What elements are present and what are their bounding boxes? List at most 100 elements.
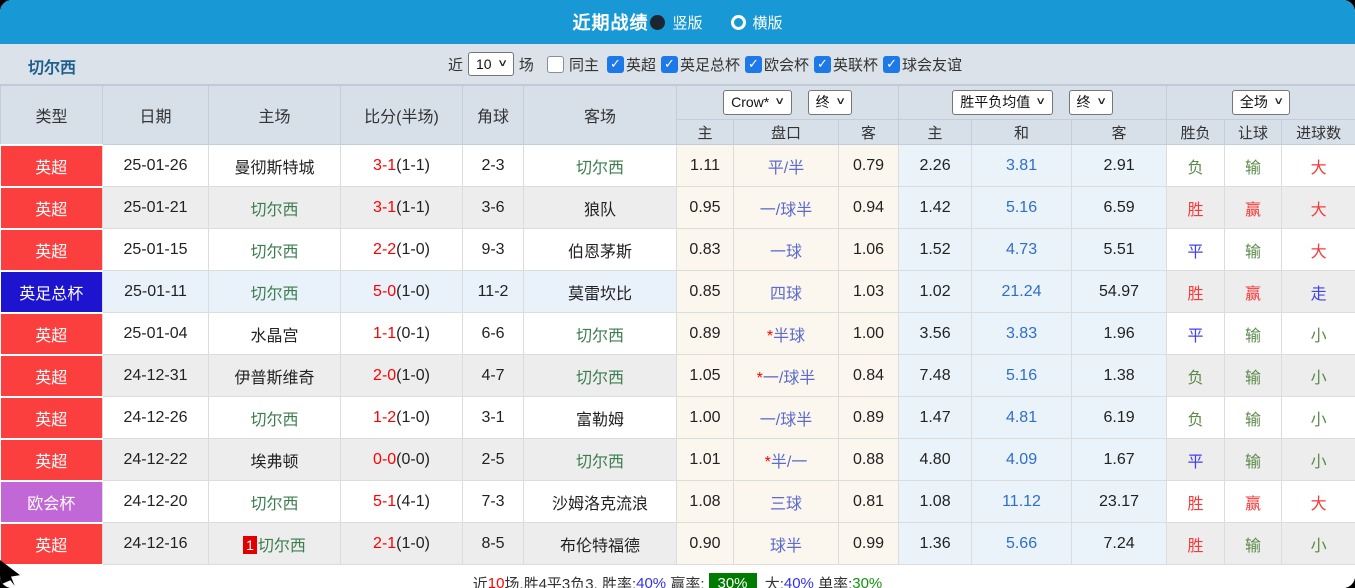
cell-odds-home: 1.01 xyxy=(677,439,734,481)
full-time-score: 2-2 xyxy=(373,241,396,258)
horizontal-layout-radio[interactable] xyxy=(731,15,746,30)
cell-goals-result: 小 xyxy=(1282,355,1355,397)
cell-away-team: 切尔西 xyxy=(524,355,677,397)
cell-avg-home: 1.42 xyxy=(899,187,972,229)
cell-away-team: 莫雷坎比 xyxy=(524,271,677,313)
half-time-score: (4-1) xyxy=(396,493,430,510)
cell-avg-home: 7.48 xyxy=(899,355,972,397)
footer-label-6: 大: xyxy=(761,573,784,588)
cell-goals-result: 大 xyxy=(1282,229,1355,271)
full-time-score: 2-1 xyxy=(373,535,396,552)
half-time-score: (1-0) xyxy=(396,283,430,300)
cell-handicap: 平/半 xyxy=(734,145,839,187)
filter-bar: 切尔西 近 10 场 同主 英超英足总杯欧会杯英联杯球会友谊 xyxy=(0,44,1355,85)
match-count-select[interactable]: 10 xyxy=(468,52,514,77)
cell-date: 24-12-20 xyxy=(103,481,209,523)
cell-score: 3-1(1-1) xyxy=(341,187,463,229)
cell-result: 负 xyxy=(1167,355,1225,397)
cell-avg-draw: 5.66 xyxy=(972,523,1072,565)
match-count-value: 10 xyxy=(476,56,492,73)
horizontal-layout-label[interactable]: 横版 xyxy=(753,12,783,33)
footer-part-2: 场,胜4平3负3, 胜率: xyxy=(504,573,636,588)
cell-handicap-result: 输 xyxy=(1225,313,1282,355)
vertical-layout-radio[interactable] xyxy=(650,15,665,30)
col-header-score: 比分(半场) xyxy=(341,86,463,145)
cell-handicap-result: 赢 xyxy=(1225,271,1282,313)
footer-value-6: 40% xyxy=(784,575,814,588)
league-checkbox-4[interactable] xyxy=(883,56,900,73)
cell-corners: 6-6 xyxy=(463,313,524,355)
odds-time-select[interactable]: 终 xyxy=(808,90,852,115)
cell-away-team: 狼队 xyxy=(524,187,677,229)
handicap-text: 四球 xyxy=(770,286,802,303)
avg-type-value: 胜平负均值 xyxy=(960,94,1030,111)
cell-handicap: 三球 xyxy=(734,481,839,523)
cell-odds-home: 0.90 xyxy=(677,523,734,565)
cell-avg-home: 4.80 xyxy=(899,439,972,481)
handicap-text: 一球 xyxy=(770,244,802,261)
cell-avg-draw: 11.12 xyxy=(972,481,1072,523)
league-checkbox-2[interactable] xyxy=(745,56,762,73)
cell-score: 2-2(1-0) xyxy=(341,229,463,271)
cell-avg-draw: 3.83 xyxy=(972,313,1072,355)
away-team-name: 布伦特福德 xyxy=(560,538,640,555)
cell-handicap-result: 输 xyxy=(1225,355,1282,397)
cell-avg-away: 6.59 xyxy=(1072,187,1167,229)
full-time-score: 2-0 xyxy=(373,367,396,384)
cell-avg-draw: 21.24 xyxy=(972,271,1072,313)
cell-avg-away: 1.96 xyxy=(1072,313,1167,355)
cell-date: 24-12-16 xyxy=(103,523,209,565)
cell-avg-away: 6.19 xyxy=(1072,397,1167,439)
league-checkbox-0[interactable] xyxy=(607,56,624,73)
avg-time-select[interactable]: 终 xyxy=(1069,90,1113,115)
cell-type: 英超 xyxy=(1,313,103,355)
avg-type-select[interactable]: 胜平负均值 xyxy=(952,90,1052,115)
sub-header-handicap: 盘口 xyxy=(734,120,839,145)
cell-score: 2-0(1-0) xyxy=(341,355,463,397)
home-team-name: 切尔西 xyxy=(250,286,298,303)
cell-corners: 3-1 xyxy=(463,397,524,439)
cell-avg-away: 1.38 xyxy=(1072,355,1167,397)
handicap-text: 三球 xyxy=(770,496,802,513)
home-team-name: 埃弗顿 xyxy=(250,454,298,471)
near-label: 近 xyxy=(448,54,463,75)
league-checkbox-1[interactable] xyxy=(661,56,678,73)
cell-odds-home: 1.00 xyxy=(677,397,734,439)
same-home-checkbox[interactable] xyxy=(547,56,564,73)
scope-select[interactable]: 全场 xyxy=(1232,90,1290,115)
league-label-1: 英足总杯 xyxy=(680,54,740,75)
full-time-score: 5-0 xyxy=(373,283,396,300)
cell-odds-away: 1.03 xyxy=(839,271,899,313)
cell-handicap: 球半 xyxy=(734,523,839,565)
sub-header-odds-away: 客 xyxy=(839,120,899,145)
cell-type: 英超 xyxy=(1,397,103,439)
home-team-name: 切尔西 xyxy=(250,202,298,219)
cell-odds-away: 1.00 xyxy=(839,313,899,355)
league-checkbox-3[interactable] xyxy=(814,56,831,73)
cell-result: 负 xyxy=(1167,145,1225,187)
cell-avg-home: 1.02 xyxy=(899,271,972,313)
avg-header-cell: 胜平负均值 终 xyxy=(899,86,1167,120)
handicap-text: 半球 xyxy=(773,328,805,345)
col-header-date: 日期 xyxy=(103,86,209,145)
odds-company-select[interactable]: Crow* xyxy=(723,90,791,115)
cell-avg-home: 1.08 xyxy=(899,481,972,523)
cell-type: 欧会杯 xyxy=(1,481,103,523)
footer-part-5: 30% xyxy=(709,573,757,588)
table-row: 英足总杯25-01-11切尔西5-0(1-0)11-2莫雷坎比0.85四球1.0… xyxy=(1,271,1355,313)
half-time-score: (1-0) xyxy=(396,535,430,552)
away-team-name: 切尔西 xyxy=(576,160,624,177)
cell-odds-away: 0.84 xyxy=(839,355,899,397)
half-time-score: (1-0) xyxy=(396,409,430,426)
table-row: 英超24-12-26切尔西1-2(1-0)3-1富勒姆1.00一/球半0.891… xyxy=(1,397,1355,439)
cell-avg-away: 2.91 xyxy=(1072,145,1167,187)
table-row: 英超25-01-21切尔西3-1(1-1)3-6狼队0.95一/球半0.941.… xyxy=(1,187,1355,229)
vertical-layout-label[interactable]: 竖版 xyxy=(672,12,702,33)
chevron-down-icon xyxy=(835,96,846,108)
cell-date: 25-01-26 xyxy=(103,145,209,187)
cell-score: 5-1(4-1) xyxy=(341,481,463,523)
league-label-2: 欧会杯 xyxy=(764,54,809,75)
cell-handicap: *半球 xyxy=(734,313,839,355)
cell-avg-away: 7.24 xyxy=(1072,523,1167,565)
cell-home-team: 曼彻斯特城 xyxy=(209,145,341,187)
